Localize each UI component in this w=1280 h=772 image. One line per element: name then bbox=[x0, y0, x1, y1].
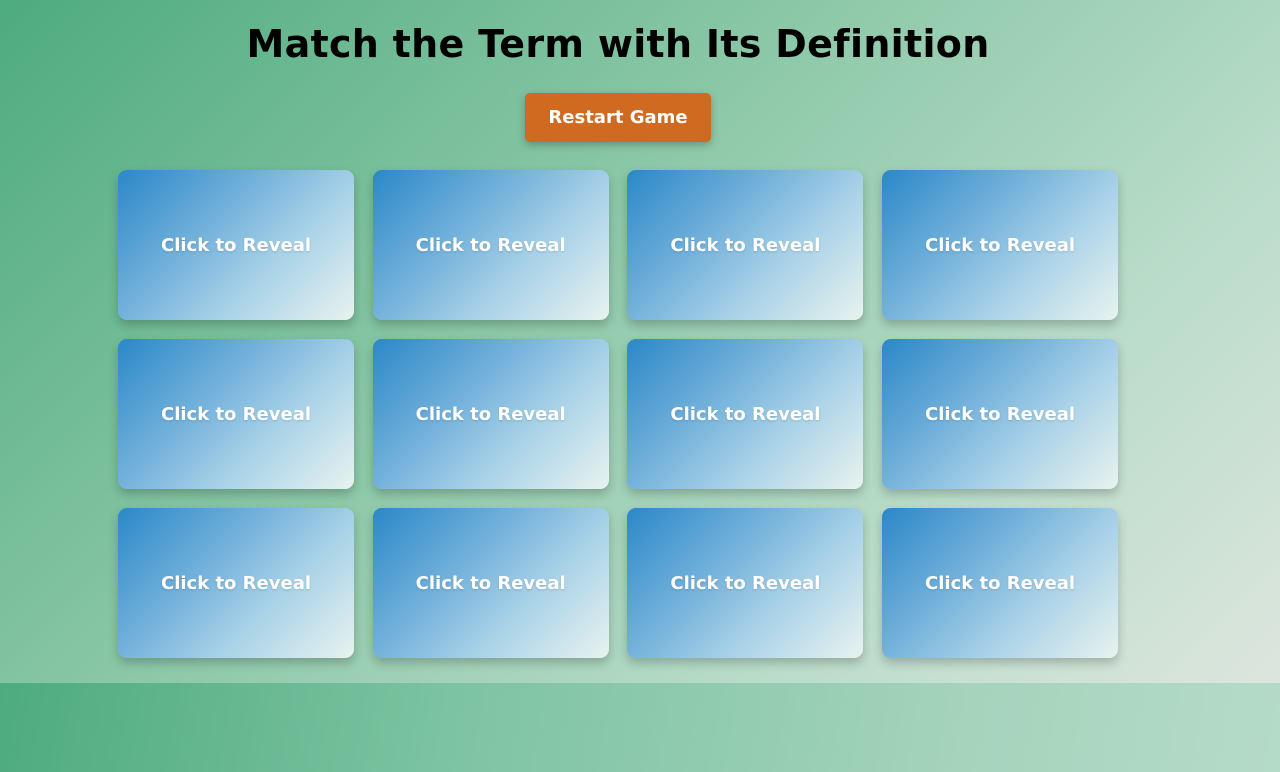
card-label: Click to Reveal bbox=[925, 234, 1076, 256]
card-board: Click to Reveal Click to Reveal Click to… bbox=[118, 170, 1119, 658]
memory-card[interactable]: Click to Reveal bbox=[882, 339, 1119, 489]
card-label: Click to Reveal bbox=[670, 403, 821, 425]
memory-card[interactable]: Click to Reveal bbox=[372, 170, 609, 320]
game-page: Match the Term with Its Definition Resta… bbox=[0, 0, 1280, 683]
memory-card[interactable]: Click to Reveal bbox=[372, 508, 609, 658]
restart-game-button[interactable]: Restart Game bbox=[525, 93, 711, 142]
memory-card[interactable]: Click to Reveal bbox=[627, 170, 864, 320]
memory-card[interactable]: Click to Reveal bbox=[627, 508, 864, 658]
card-label: Click to Reveal bbox=[160, 234, 312, 256]
card-label: Click to Reveal bbox=[670, 234, 821, 256]
memory-card[interactable]: Click to Reveal bbox=[882, 170, 1119, 320]
card-label: Click to Reveal bbox=[415, 234, 566, 256]
card-label: Click to Reveal bbox=[415, 403, 566, 425]
card-label: Click to Reveal bbox=[925, 572, 1076, 594]
card-label: Click to Reveal bbox=[670, 572, 821, 594]
memory-card[interactable]: Click to Reveal bbox=[118, 508, 354, 658]
card-label: Click to Reveal bbox=[415, 572, 566, 594]
page-footer-band bbox=[0, 683, 1280, 772]
memory-card[interactable]: Click to Reveal bbox=[118, 170, 354, 320]
memory-card[interactable]: Click to Reveal bbox=[118, 339, 354, 489]
memory-card[interactable]: Click to Reveal bbox=[627, 339, 864, 489]
memory-card[interactable]: Click to Reveal bbox=[372, 339, 609, 489]
card-label: Click to Reveal bbox=[160, 572, 312, 594]
card-label: Click to Reveal bbox=[160, 403, 312, 425]
card-label: Click to Reveal bbox=[925, 403, 1076, 425]
memory-card[interactable]: Click to Reveal bbox=[882, 508, 1119, 658]
game-title: Match the Term with Its Definition bbox=[246, 22, 990, 66]
